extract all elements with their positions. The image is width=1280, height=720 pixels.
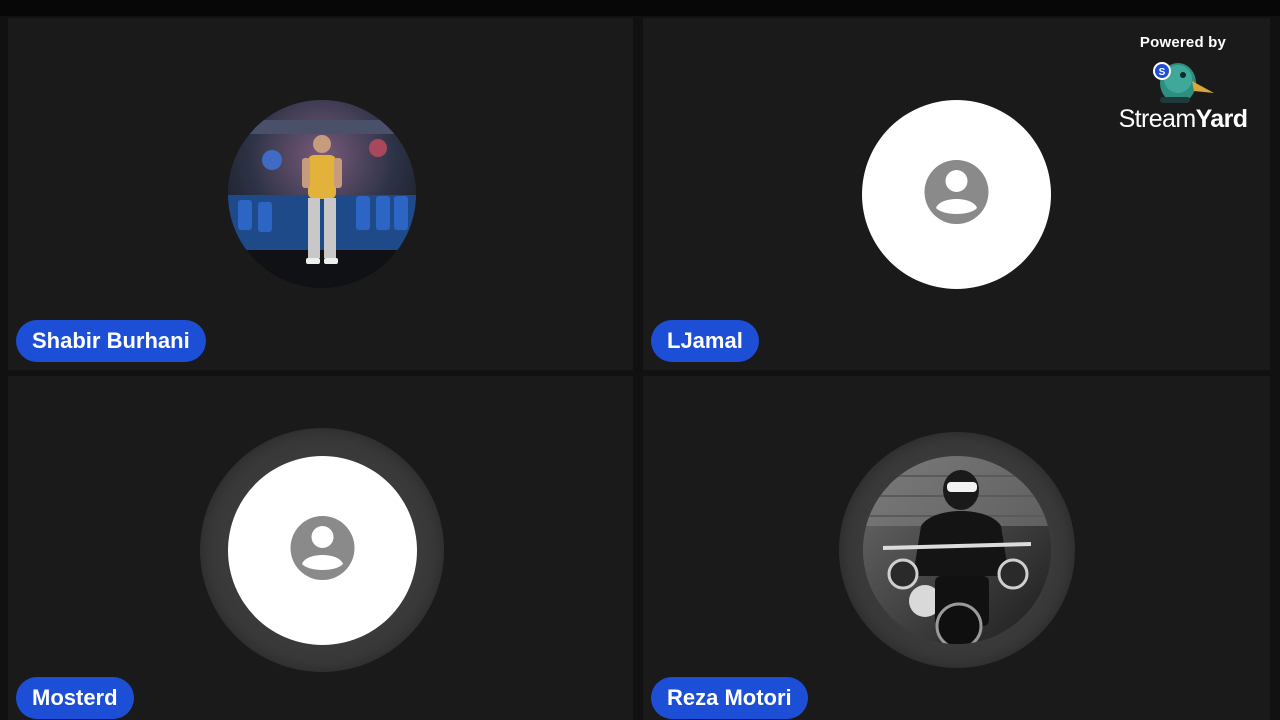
default-person-icon xyxy=(290,516,355,580)
top-bar xyxy=(0,0,1280,16)
participant-avatar-photo xyxy=(228,100,416,288)
powered-by-label: Powered by xyxy=(1139,34,1227,51)
participant-tile-4: Reza Motori xyxy=(643,376,1270,720)
brand-wordmark-yard: Yard xyxy=(1195,105,1248,133)
brand-wordmark-stream: Stream xyxy=(1118,105,1197,133)
participant-avatar-default xyxy=(862,100,1051,289)
svg-text:S: S xyxy=(1159,67,1166,78)
participant-avatar-photo xyxy=(863,456,1051,644)
motorcycle-photo-icon xyxy=(863,456,1051,644)
default-person-icon xyxy=(924,160,989,224)
participant-name-badge: LJamal xyxy=(651,320,759,362)
restaurant-photo-icon xyxy=(228,100,416,288)
streamyard-duck-logo-icon: S xyxy=(1153,62,1214,103)
participant-tile-3: Mosterd xyxy=(8,376,633,720)
participant-avatar-default xyxy=(228,456,417,645)
participant-name-badge: Reza Motori xyxy=(651,677,808,719)
brand-wordmark: StreamYard xyxy=(1108,105,1258,134)
participant-tile-1: Shabir Burhani xyxy=(8,18,633,370)
participant-name-badge: Shabir Burhani xyxy=(16,320,206,362)
branding-watermark: Powered by S StreamYard xyxy=(1108,34,1258,134)
stream-canvas: Shabir Burhani LJamal Mosterd Reza Motor… xyxy=(0,0,1280,720)
participant-name-badge: Mosterd xyxy=(16,677,134,719)
